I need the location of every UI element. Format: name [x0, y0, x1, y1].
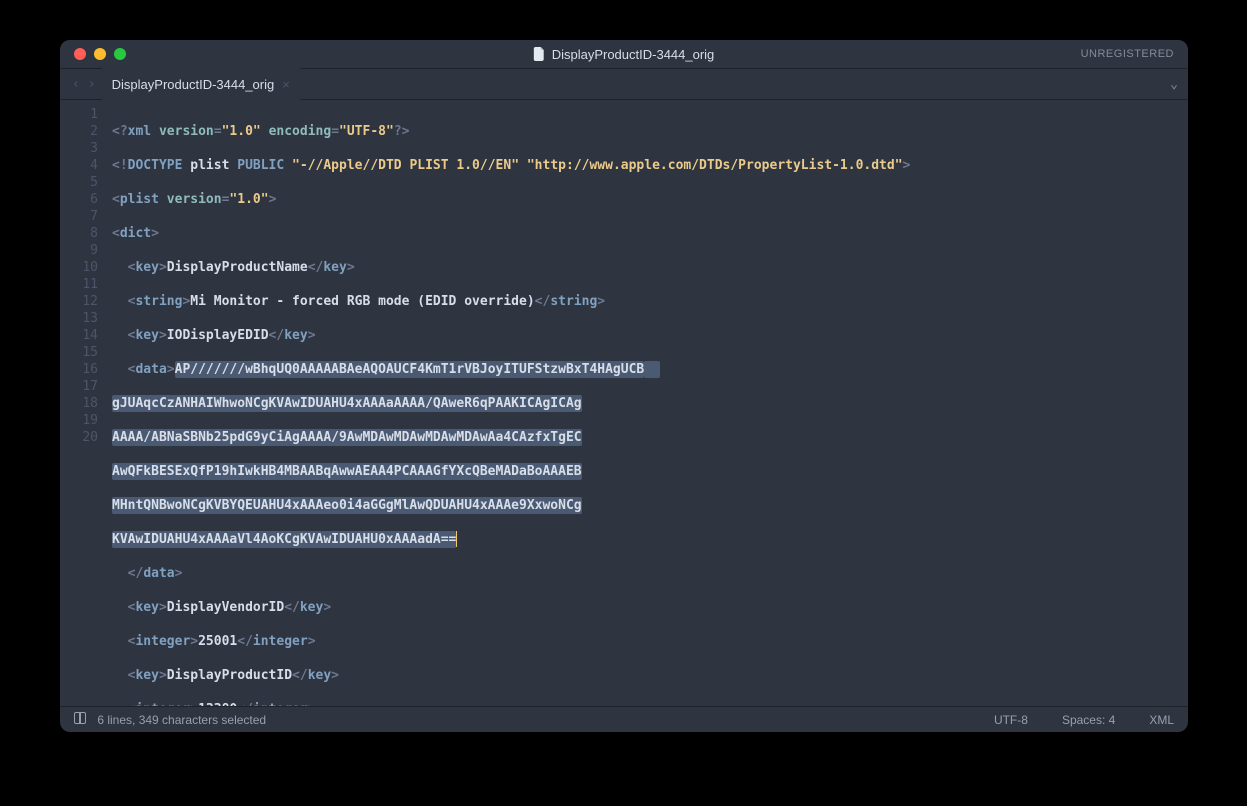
line-number-gutter: 12345678910 11121314151617181920 — [60, 100, 108, 706]
nav-forward-icon[interactable]: › — [88, 77, 96, 92]
editor-window: DisplayProductID-3444_orig UNREGISTERED … — [60, 40, 1188, 732]
status-bar: 6 lines, 349 characters selected UTF-8 S… — [60, 706, 1188, 732]
zoom-window-button[interactable] — [114, 48, 126, 60]
window-title-text: DisplayProductID-3444_orig — [552, 47, 715, 62]
document-icon — [534, 47, 546, 61]
indentation-indicator[interactable]: Spaces: 4 — [1062, 713, 1115, 727]
minimize-window-button[interactable] — [94, 48, 106, 60]
close-tab-icon[interactable]: × — [282, 77, 290, 92]
file-tab[interactable]: DisplayProductID-3444_orig × — [102, 68, 300, 100]
status-right: UTF-8 Spaces: 4 XML — [994, 713, 1174, 727]
nav-back-icon[interactable]: ‹ — [72, 77, 80, 92]
syntax-indicator[interactable]: XML — [1149, 713, 1174, 727]
text-cursor — [456, 531, 457, 547]
window-title: DisplayProductID-3444_orig — [534, 47, 715, 62]
editor-area[interactable]: 12345678910 11121314151617181920 <?xml v… — [60, 100, 1188, 706]
tab-overflow-icon[interactable]: ⌄ — [1170, 77, 1178, 92]
code-content[interactable]: <?xml version="1.0" encoding="UTF-8"?> <… — [108, 100, 1188, 706]
selection-info: 6 lines, 349 characters selected — [97, 713, 266, 727]
close-window-button[interactable] — [74, 48, 86, 60]
traffic-lights — [60, 48, 126, 60]
encoding-indicator[interactable]: UTF-8 — [994, 713, 1028, 727]
tab-bar: ‹ › DisplayProductID-3444_orig × ⌄ — [60, 68, 1188, 100]
unregistered-label: UNREGISTERED — [1081, 48, 1174, 60]
sidebar-toggle-icon[interactable] — [74, 712, 86, 724]
status-left: 6 lines, 349 characters selected — [74, 712, 266, 727]
tab-label: DisplayProductID-3444_orig — [112, 77, 275, 92]
titlebar: DisplayProductID-3444_orig UNREGISTERED — [60, 40, 1188, 68]
tab-history-nav: ‹ › — [66, 77, 102, 92]
